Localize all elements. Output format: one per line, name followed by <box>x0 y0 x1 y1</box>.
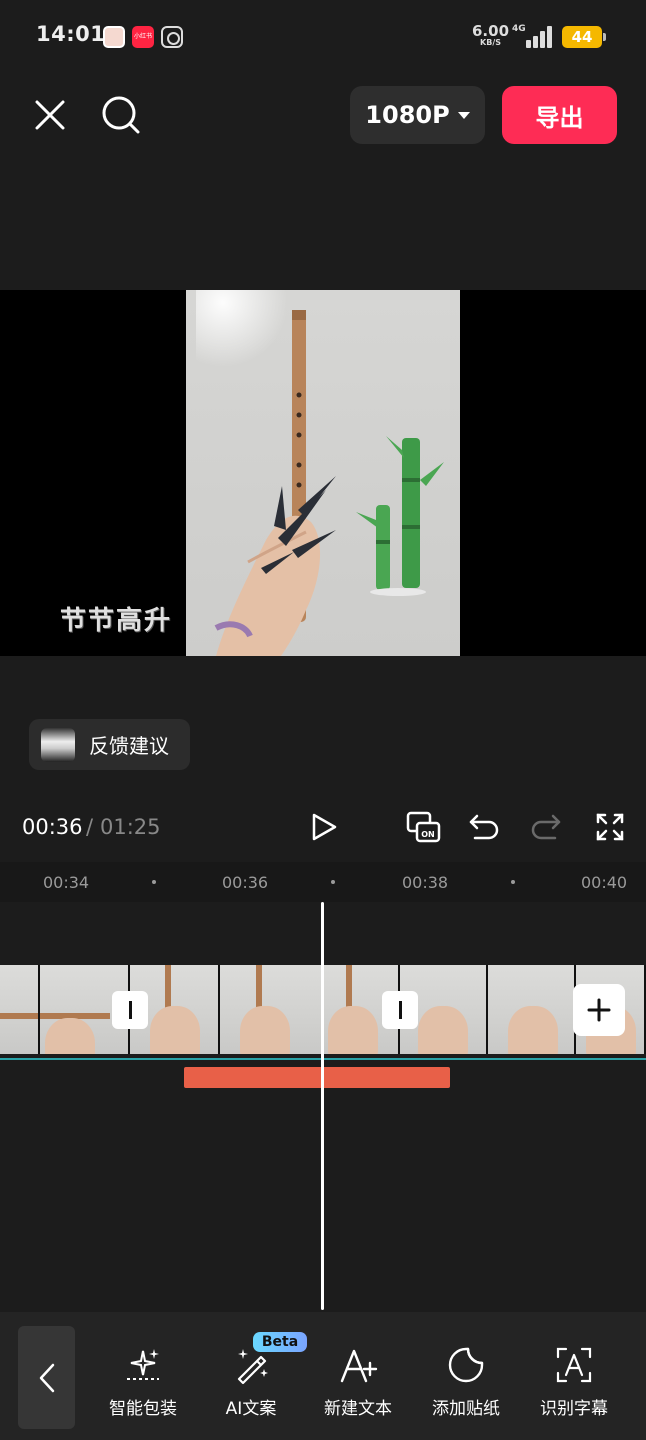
time-separator: / <box>86 815 94 839</box>
ruler-dot <box>511 880 515 884</box>
ruler-tick: 00:34 <box>43 873 90 892</box>
fullscreen-icon <box>596 813 624 841</box>
search-icon <box>102 96 140 134</box>
feedback-label: 反馈建议 <box>89 734 169 758</box>
transition-button[interactable] <box>382 991 418 1029</box>
tool-label: AI文案 <box>225 1399 277 1419</box>
plus-icon <box>587 998 611 1022</box>
tool-label: 智能包装 <box>109 1399 177 1419</box>
feedback-thumbnail <box>41 727 75 762</box>
playhead[interactable] <box>321 902 324 1310</box>
back-button[interactable] <box>18 1326 75 1429</box>
current-time: 00:36 <box>22 815 83 839</box>
keyframe-toggle-button[interactable]: ON <box>402 806 444 848</box>
feedback-button[interactable]: 反馈建议 <box>29 719 190 770</box>
status-bar: 14:01 小红书 6.00 KB/S 4G 44 <box>0 0 646 72</box>
tool-label: 新建文本 <box>324 1399 392 1419</box>
redo-button[interactable] <box>526 806 566 848</box>
tool-add-sticker[interactable]: 添加贴纸 <box>416 1342 516 1426</box>
video-watermark-text: 节节高升 <box>60 606 173 636</box>
text-add-icon <box>338 1342 378 1388</box>
add-clip-button[interactable] <box>573 984 625 1036</box>
video-frame <box>186 290 460 656</box>
play-icon <box>312 813 337 841</box>
clip-thumbnail <box>488 965 576 1054</box>
tool-new-text[interactable]: 新建文本 <box>308 1342 408 1426</box>
transition-bar-icon <box>128 1001 132 1019</box>
sparkle-icon <box>123 1342 163 1388</box>
tool-label: 识别字幕 <box>540 1399 608 1419</box>
tool-ai-copywriting[interactable]: AI文案 <box>201 1342 301 1426</box>
resolution-selector[interactable]: 1080P <box>350 86 485 144</box>
svg-text:ON: ON <box>421 830 435 839</box>
search-button[interactable] <box>99 93 143 137</box>
tool-label: 添加贴纸 <box>432 1399 500 1419</box>
light-effect <box>196 290 286 370</box>
magic-wand-icon <box>231 1342 271 1388</box>
display-toggle-icon: ON <box>406 811 441 843</box>
export-button[interactable]: 导出 <box>502 86 617 144</box>
ruler-tick: 00:38 <box>402 873 449 892</box>
timeline-ruler[interactable]: 00:34 00:36 00:38 00:40 <box>0 862 646 902</box>
network-type: 4G <box>512 24 526 34</box>
status-time: 14:01 <box>36 22 106 46</box>
signal-icon <box>526 26 554 48</box>
chevron-left-icon <box>39 1363 54 1392</box>
instagram-app-icon <box>161 26 183 48</box>
transition-bar-icon <box>398 1001 402 1019</box>
fullscreen-button[interactable] <box>590 806 630 848</box>
ruler-dot <box>152 880 156 884</box>
redo-icon <box>531 814 561 840</box>
battery-icon: 44 <box>562 26 606 48</box>
clip-thumbnail <box>0 965 40 1054</box>
clip-thumbnail <box>220 965 324 1054</box>
avatar-app-icon <box>103 26 125 48</box>
resolution-value: 1080P <box>365 101 450 129</box>
network-speed: 6.00 KB/S <box>472 24 509 48</box>
ruler-tick: 00:36 <box>222 873 269 892</box>
caret-down-icon <box>457 111 470 119</box>
xiaohongshu-app-icon: 小红书 <box>132 26 154 48</box>
caption-recognize-icon <box>554 1342 594 1388</box>
total-time: 01:25 <box>100 815 161 839</box>
close-icon <box>35 100 65 130</box>
tool-recognize-captions[interactable]: 识别字幕 <box>524 1342 624 1426</box>
play-button[interactable] <box>304 806 344 848</box>
sticker-icon <box>446 1342 486 1388</box>
undo-button[interactable] <box>464 806 504 848</box>
undo-icon <box>469 814 499 840</box>
text-track-clip[interactable] <box>184 1067 450 1088</box>
ruler-dot <box>331 880 335 884</box>
tool-smart-package[interactable]: 智能包装 <box>93 1342 193 1426</box>
ruler-tick: 00:40 <box>581 873 628 892</box>
close-button[interactable] <box>28 93 72 137</box>
transition-button[interactable] <box>112 991 148 1029</box>
